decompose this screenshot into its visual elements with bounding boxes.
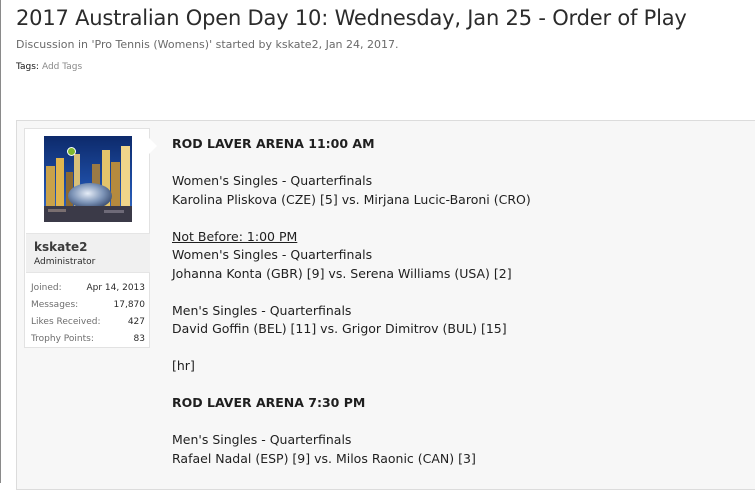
event-label: Men's Singles - Quarterfinals: [172, 303, 352, 318]
match-line: Johanna Konta (GBR) [9] vs. Serena Willi…: [172, 266, 512, 281]
match-line: Karolina Pliskova (CZE) [5] vs. Mirjana …: [172, 192, 531, 207]
meta-date: , Jan 24, 2017.: [318, 38, 399, 51]
page-edge: [0, 0, 1, 483]
match-line: David Goffin (BEL) [11] vs. Grigor Dimit…: [172, 321, 507, 336]
author-link[interactable]: kskate2: [275, 38, 318, 51]
not-before-label: Not Before: 1:00 PM: [172, 229, 298, 244]
hr-tag-text: [hr]: [172, 358, 195, 373]
user-stats: Joined: Apr 14, 2013 Messages: 17,870 Like…: [31, 280, 145, 348]
tags-label: Tags:: [16, 62, 39, 72]
meta-prefix: Discussion in ': [16, 38, 95, 51]
thread-meta: Discussion in 'Pro Tennis (Womens)' star…: [16, 38, 399, 51]
match-line: Rafael Nadal (ESP) [9] vs. Milos Raonic …: [172, 451, 476, 466]
online-status-icon: [67, 147, 76, 156]
username[interactable]: kskate2: [34, 240, 87, 254]
stat-likes: Likes Received: 427: [31, 314, 145, 331]
session-heading: ROD LAVER ARENA 11:00 AM: [172, 136, 375, 151]
meta-mid: ' started by: [209, 38, 276, 51]
avatar-image: [44, 136, 132, 222]
stat-trophy: Trophy Points: 83: [31, 331, 145, 348]
user-info: kskate2 Administrator: [26, 233, 150, 273]
stat-label: Trophy Points:: [31, 334, 94, 344]
stat-label: Likes Received:: [31, 317, 101, 327]
forum-link[interactable]: Pro Tennis (Womens): [95, 38, 210, 51]
stat-messages: Messages: 17,870: [31, 297, 145, 314]
stat-value[interactable]: 17,870: [114, 297, 146, 314]
session-heading: ROD LAVER ARENA 7:30 PM: [172, 395, 366, 410]
event-label: Women's Singles - Quarterfinals: [172, 247, 373, 262]
stat-value: Apr 14, 2013: [86, 283, 145, 293]
event-label: Women's Singles - Quarterfinals: [172, 173, 373, 188]
tags-row: Tags: Add Tags: [16, 62, 82, 72]
user-sidebar: kskate2 Administrator Joined: Apr 14, 201…: [24, 128, 150, 348]
stat-value[interactable]: 83: [134, 331, 145, 348]
stat-label: Joined:: [31, 283, 62, 293]
avatar[interactable]: [44, 136, 132, 222]
stat-value: 427: [127, 317, 145, 327]
thread-title: 2017 Australian Open Day 10: Wednesday, …: [16, 6, 687, 30]
message-arrow: [149, 138, 157, 154]
stat-label: Messages:: [31, 300, 79, 310]
stat-joined: Joined: Apr 14, 2013: [31, 280, 145, 297]
add-tags-link[interactable]: Add Tags: [42, 62, 82, 72]
user-title: Administrator: [34, 257, 96, 267]
event-label: Men's Singles - Quarterfinals: [172, 432, 352, 447]
